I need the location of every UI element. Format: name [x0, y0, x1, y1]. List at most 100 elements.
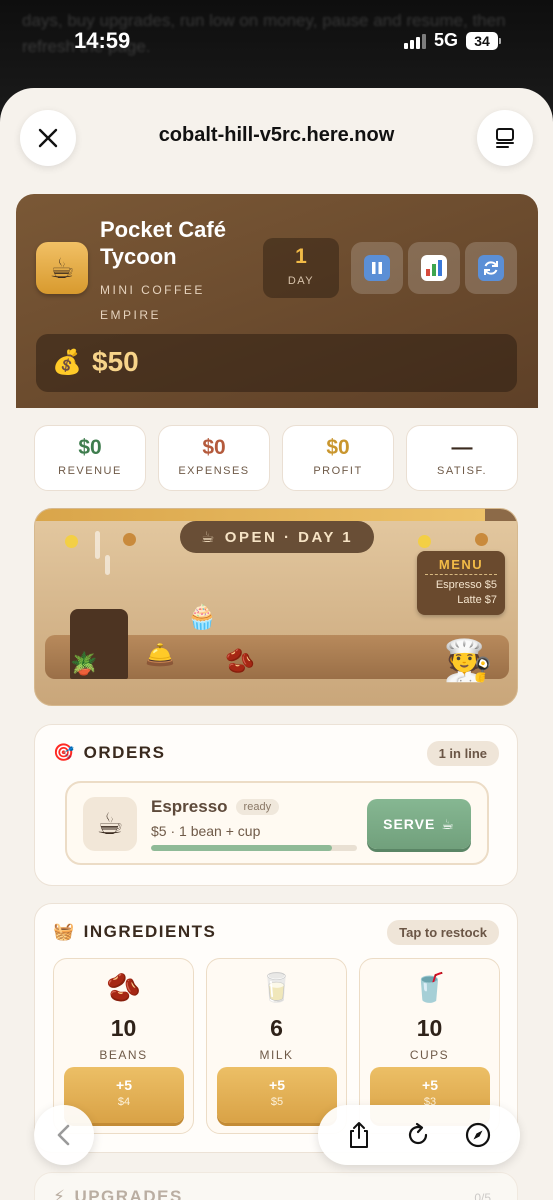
plant-icon: 🪴 — [70, 651, 98, 676]
stats-button[interactable] — [408, 242, 460, 294]
light-icon — [418, 535, 431, 548]
day-value: 1 — [295, 245, 307, 268]
pause-button[interactable] — [351, 242, 403, 294]
stat-value: — — [451, 436, 473, 459]
game-header: ☕ Pocket Café Tycoon MINI COFFEE EMPIRE … — [16, 194, 538, 408]
target-icon: 🎯 — [53, 743, 76, 762]
restart-button[interactable] — [465, 242, 517, 294]
menu-board: MENU Espresso $5 Latte $7 — [417, 551, 505, 615]
stat-expenses: $0 EXPENSES — [158, 425, 270, 491]
ingredient-name: CUPS — [409, 1048, 450, 1062]
clock: 14:59 — [74, 28, 131, 53]
bar-chart-icon — [421, 255, 447, 281]
reload-icon[interactable] — [405, 1122, 431, 1148]
upgrades-title: UPGRADES — [74, 1187, 183, 1200]
milk-icon: 🥛 — [259, 972, 294, 1003]
order-status-badge: ready — [235, 799, 280, 815]
bell-icon[interactable]: 🛎️ — [145, 641, 175, 670]
ingredient-qty: 10 — [110, 1015, 137, 1041]
restock-hint: Tap to restock — [387, 920, 499, 945]
restock-price: $5 — [270, 1096, 284, 1108]
day-counter: 1 DAY — [263, 238, 339, 298]
upgrades-card: ⚡ UPGRADES 0/5 — [34, 1172, 518, 1200]
shop-status: ☕ OPEN · DAY 1 — [180, 521, 374, 553]
stat-value: $0 — [78, 436, 102, 459]
restock-milk-button[interactable]: +5 $5 — [217, 1067, 337, 1123]
orders-title: ORDERS — [83, 743, 166, 762]
pause-icon — [364, 255, 390, 281]
coffee-logo-icon: ☕ — [36, 242, 88, 294]
day-label: DAY — [287, 275, 315, 287]
restock-amount: +5 — [269, 1077, 285, 1093]
coffee-icon: ☕ — [441, 815, 455, 832]
ingredients-heading: 🧺 INGREDIENTS — [53, 922, 216, 942]
light-icon — [475, 533, 488, 546]
stat-label: REVENUE — [58, 465, 122, 477]
browser-topbar: cobalt-hill-v5rc.here.now — [0, 88, 553, 188]
stat-satisfaction: — SATISF. — [406, 425, 518, 491]
order-item: ☕ Espresso ready $5 · 1 bean + cup SERVE… — [65, 781, 489, 865]
close-button[interactable] — [20, 110, 76, 166]
money-display: 💰 $50 — [36, 334, 517, 392]
stat-label: SATISF. — [436, 465, 488, 477]
restock-amount: +5 — [422, 1077, 438, 1093]
network-type: 5G — [433, 30, 458, 50]
status-bar: 14:59 5G 34 — [0, 0, 553, 86]
basket-icon: 🧺 — [53, 922, 76, 941]
stat-label: PROFIT — [313, 465, 363, 477]
money-value: $50 — [92, 346, 139, 377]
ingredients-title: INGREDIENTS — [83, 922, 217, 941]
money-bag-icon: 💰 — [52, 349, 82, 376]
menu-item: Latte $7 — [457, 594, 497, 606]
ingredient-qty: 10 — [416, 1015, 443, 1041]
steam — [105, 555, 110, 575]
page-url[interactable]: cobalt-hill-v5rc.here.now — [100, 124, 453, 147]
cafe-scene: ☕ OPEN · DAY 1 MENU Espresso $5 Latte $7… — [34, 508, 518, 706]
serve-button[interactable]: SERVE ☕ — [367, 799, 471, 849]
cupcake-icon: 🧁 — [187, 604, 217, 631]
espresso-icon: ☕ — [83, 797, 137, 851]
tabs-icon — [496, 128, 514, 148]
signal-icon — [403, 33, 426, 49]
barista-icon: 🧑‍🍳 — [443, 639, 493, 683]
stat-label: EXPENSES — [178, 465, 250, 477]
upgrades-count: 0/5 — [474, 1191, 491, 1200]
stat-value: $0 — [202, 436, 226, 459]
restock-amount: +5 — [116, 1077, 132, 1093]
order-name-row: Espresso ready — [151, 797, 280, 817]
menu-item: Espresso $5 — [435, 579, 497, 591]
menu-title: MENU — [425, 557, 497, 575]
game-subtitle: MINI COFFEE EMPIRE — [100, 283, 205, 322]
light-icon — [65, 535, 78, 548]
steam — [95, 531, 100, 559]
stat-revenue: $0 REVENUE — [34, 425, 146, 491]
battery-level: 34 — [466, 31, 498, 50]
progress-strip — [35, 509, 485, 521]
light-icon — [123, 533, 136, 546]
order-progress-fill — [151, 845, 333, 851]
tabs-button[interactable] — [477, 110, 533, 166]
order-progress-bar — [151, 845, 357, 851]
ingredient-milk: 🥛 6 MILK +5 $5 — [206, 958, 347, 1134]
compass-icon[interactable] — [464, 1121, 492, 1149]
share-icon[interactable] — [346, 1121, 372, 1149]
orders-heading: 🎯 ORDERS — [53, 743, 165, 763]
chevron-left-icon — [57, 1124, 70, 1146]
cup-icon: 🥤 — [412, 972, 447, 1003]
queue-badge: 1 in line — [426, 741, 499, 766]
shop-status-text: OPEN · DAY 1 — [224, 528, 354, 546]
stat-profit: $0 PROFIT — [282, 425, 394, 491]
refresh-icon — [478, 255, 504, 281]
coffee-beans-icon: 🫘 — [106, 972, 141, 1003]
browser-toolbar — [318, 1105, 520, 1165]
back-button[interactable] — [34, 1105, 94, 1165]
stat-value: $0 — [326, 436, 350, 459]
browser-sheet: cobalt-hill-v5rc.here.now ☕ Pocket Café … — [0, 88, 553, 1200]
ingredient-name: BEANS — [99, 1048, 148, 1062]
upgrades-heading: ⚡ UPGRADES — [53, 1187, 183, 1200]
ingredient-qty: 6 — [270, 1015, 283, 1041]
close-icon — [38, 128, 58, 148]
game-title: Pocket Café Tycoon — [100, 217, 226, 269]
order-name: Espresso — [151, 797, 228, 816]
ingredient-name: MILK — [259, 1048, 294, 1062]
